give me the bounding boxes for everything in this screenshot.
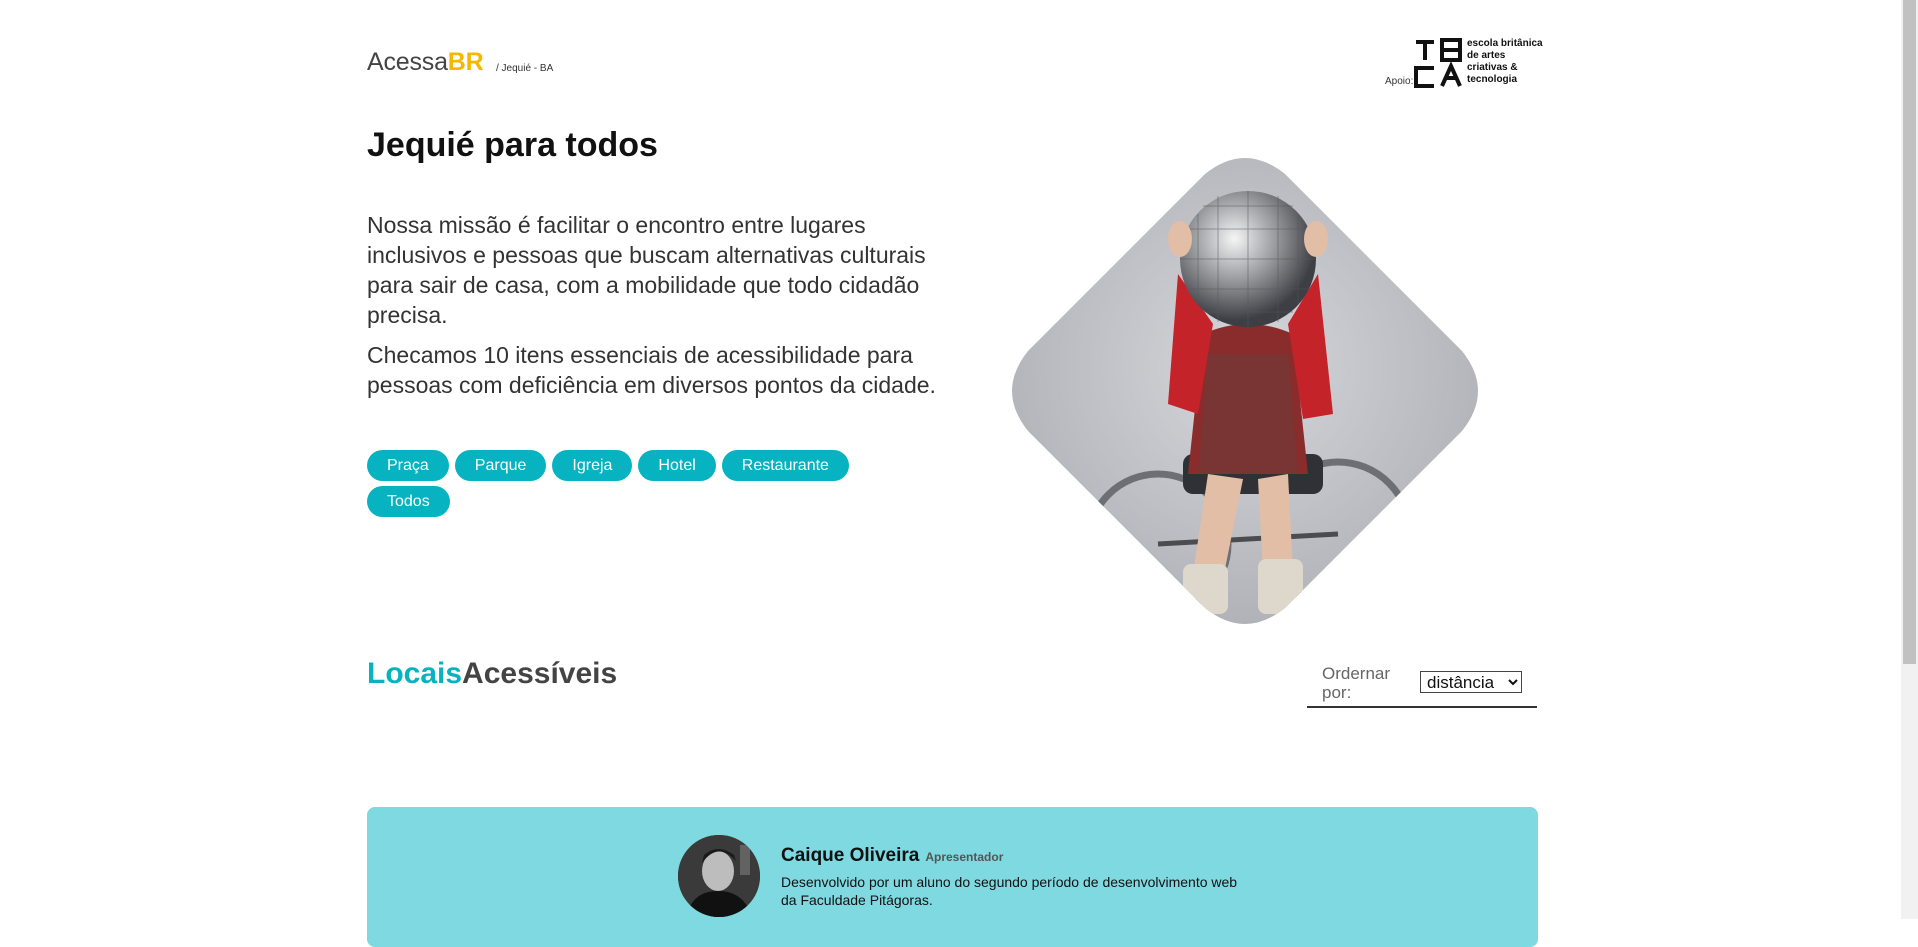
filter-praca-button[interactable]: Praça [367,450,449,481]
filter-restaurante-button[interactable]: Restaurante [721,450,849,481]
site-logo[interactable]: AcessaBR [367,48,484,77]
section-title-accent: Locais [367,657,463,690]
presenter-bio: Desenvolvido por um aluno do segundo per… [781,874,1238,908]
filter-hotel-button[interactable]: Hotel [638,450,716,481]
presenter-name: Caique Oliveira Apresentador [781,845,1003,867]
page: AcessaBR / Jequié - BA Apoio: escola bri… [0,0,1918,947]
presenter-role: Apresentador [925,850,1004,864]
section-title: LocaisAcessíveis [367,657,617,691]
avatar [678,835,760,917]
sort-label: Ordernar por: [1322,664,1391,702]
ebac-logo-icon [1414,38,1462,88]
filter-igreja-button[interactable]: Igreja [552,450,633,481]
scrollbar-track[interactable] [1901,0,1918,919]
credits-card: Caique Oliveira Apresentador Desenvolvido… [367,807,1538,947]
breadcrumb: / Jequié - BA [496,63,554,74]
hero-image [1012,158,1478,624]
checklist-paragraph: Checamos 10 itens essenciais de acessibi… [367,342,936,398]
scrollbar-thumb[interactable] [1903,0,1916,664]
support-label: Apoio: [1385,76,1414,87]
mission-paragraph: Nossa missão é facilitar o encontro entr… [367,212,926,328]
filter-todos-button[interactable]: Todos [367,486,450,517]
sort-select[interactable]: distância [1420,671,1522,693]
page-title: Jequié para todos [367,126,658,164]
logo-text: Acessa [367,48,448,76]
logo-accent-text: BR [447,48,484,76]
presenter-name-text: Caique Oliveira [781,845,920,866]
section-title-rest: Acessíveis [462,657,618,690]
sort-control: Ordernar por: distância [1307,664,1537,708]
filter-parque-button[interactable]: Parque [454,450,547,481]
support-school-name: escola britânica de artes criativas & te… [1467,38,1543,85]
category-filters: Praça Parque Igreja Hotel Restaurante To… [367,450,887,517]
